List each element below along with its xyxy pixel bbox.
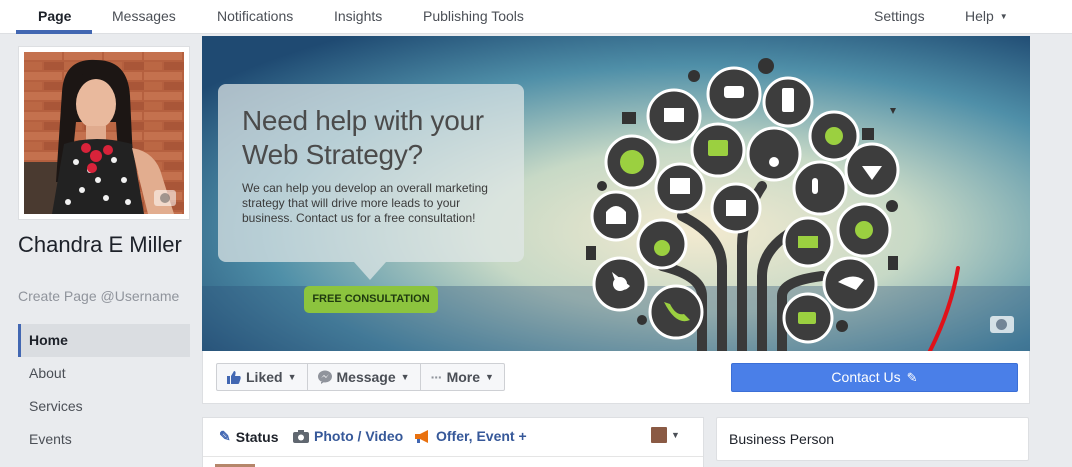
audience-selector[interactable]: ▼ (651, 427, 680, 443)
tab-publishing-tools[interactable]: Publishing Tools (423, 0, 524, 34)
create-username-link[interactable]: Create Page @Username (18, 288, 179, 304)
sidebar-item-events[interactable]: Events (18, 423, 190, 456)
active-tab-indicator (16, 30, 92, 34)
ellipsis-icon: ··· (430, 369, 443, 385)
message-label: Message (336, 369, 396, 385)
composer-tab-photo-video[interactable]: Photo / Video (293, 428, 403, 444)
avatar (651, 427, 667, 443)
messenger-icon (317, 370, 332, 384)
photo-icon (293, 429, 309, 443)
promo-body-text: We can help you develop an overall marke… (242, 181, 488, 225)
sidebar-item-about[interactable]: About (18, 357, 190, 390)
liked-label: Liked (246, 369, 283, 385)
tab-messages[interactable]: Messages (112, 0, 176, 34)
page-name: Chandra E Miller (18, 232, 182, 257)
more-label: More (446, 369, 481, 385)
photo-video-label: Photo / Video (314, 428, 404, 444)
free-consultation-badge: FREE CONSULTATION (304, 286, 438, 313)
page-button-group: Liked ▼ Message ▼ ··· More ▼ (216, 363, 505, 391)
sidebar-item-home[interactable]: Home (18, 324, 190, 357)
page-left-nav: Home About Services Events (18, 324, 190, 456)
help-menu[interactable]: Help ▼ (965, 0, 1008, 34)
composer-tab-status[interactable]: ✎ Status (219, 428, 279, 445)
liked-button[interactable]: Liked ▼ (217, 364, 308, 390)
cover-photo[interactable]: Need help with your Web Strategy? We can… (202, 36, 1030, 351)
page-top-nav: Page Messages Notifications Insights Pub… (0, 0, 1072, 34)
chevron-down-icon: ▼ (287, 372, 297, 382)
help-label: Help (965, 8, 994, 24)
tab-notifications[interactable]: Notifications (217, 0, 293, 34)
contact-us-label: Contact Us (831, 369, 901, 385)
chevron-down-icon: ▼ (400, 372, 410, 382)
sidebar-item-services[interactable]: Services (18, 390, 190, 423)
profile-picture-frame[interactable] (18, 46, 190, 220)
composer-divider (203, 456, 703, 457)
composer-tab-offer-event[interactable]: Offer, Event + (415, 428, 527, 444)
pencil-icon[interactable]: ✎ (907, 364, 918, 391)
profile-photo[interactable] (24, 52, 184, 214)
chevron-down-icon: ▼ (999, 12, 1008, 21)
tab-page[interactable]: Page (38, 0, 71, 34)
promo-heading: Need help with your Web Strategy? (242, 105, 484, 170)
post-composer: ✎ Status Photo / Video Offer, Event + ▼ (202, 417, 704, 467)
camera-icon[interactable] (154, 190, 176, 206)
chevron-down-icon: ▼ (671, 430, 680, 440)
offer-event-label: Offer, Event + (436, 428, 527, 444)
contact-us-button[interactable]: Contact Us ✎ (731, 363, 1018, 392)
megaphone-icon (415, 429, 428, 443)
status-label: Status (235, 428, 279, 445)
thumbs-up-icon (227, 371, 241, 384)
tab-insights[interactable]: Insights (334, 0, 382, 34)
more-button[interactable]: ··· More ▼ (421, 364, 504, 390)
page-category: Business Person (729, 431, 835, 447)
page-category-card: Business Person (716, 417, 1029, 461)
chevron-down-icon: ▼ (485, 372, 494, 382)
tab-settings[interactable]: Settings (874, 0, 925, 34)
page-action-bar: Liked ▼ Message ▼ ··· More ▼ Contact Us ✎ (202, 351, 1030, 404)
camera-icon[interactable] (990, 316, 1014, 333)
pencil-icon: ✎ (219, 428, 231, 444)
message-button[interactable]: Message ▼ (308, 364, 421, 390)
